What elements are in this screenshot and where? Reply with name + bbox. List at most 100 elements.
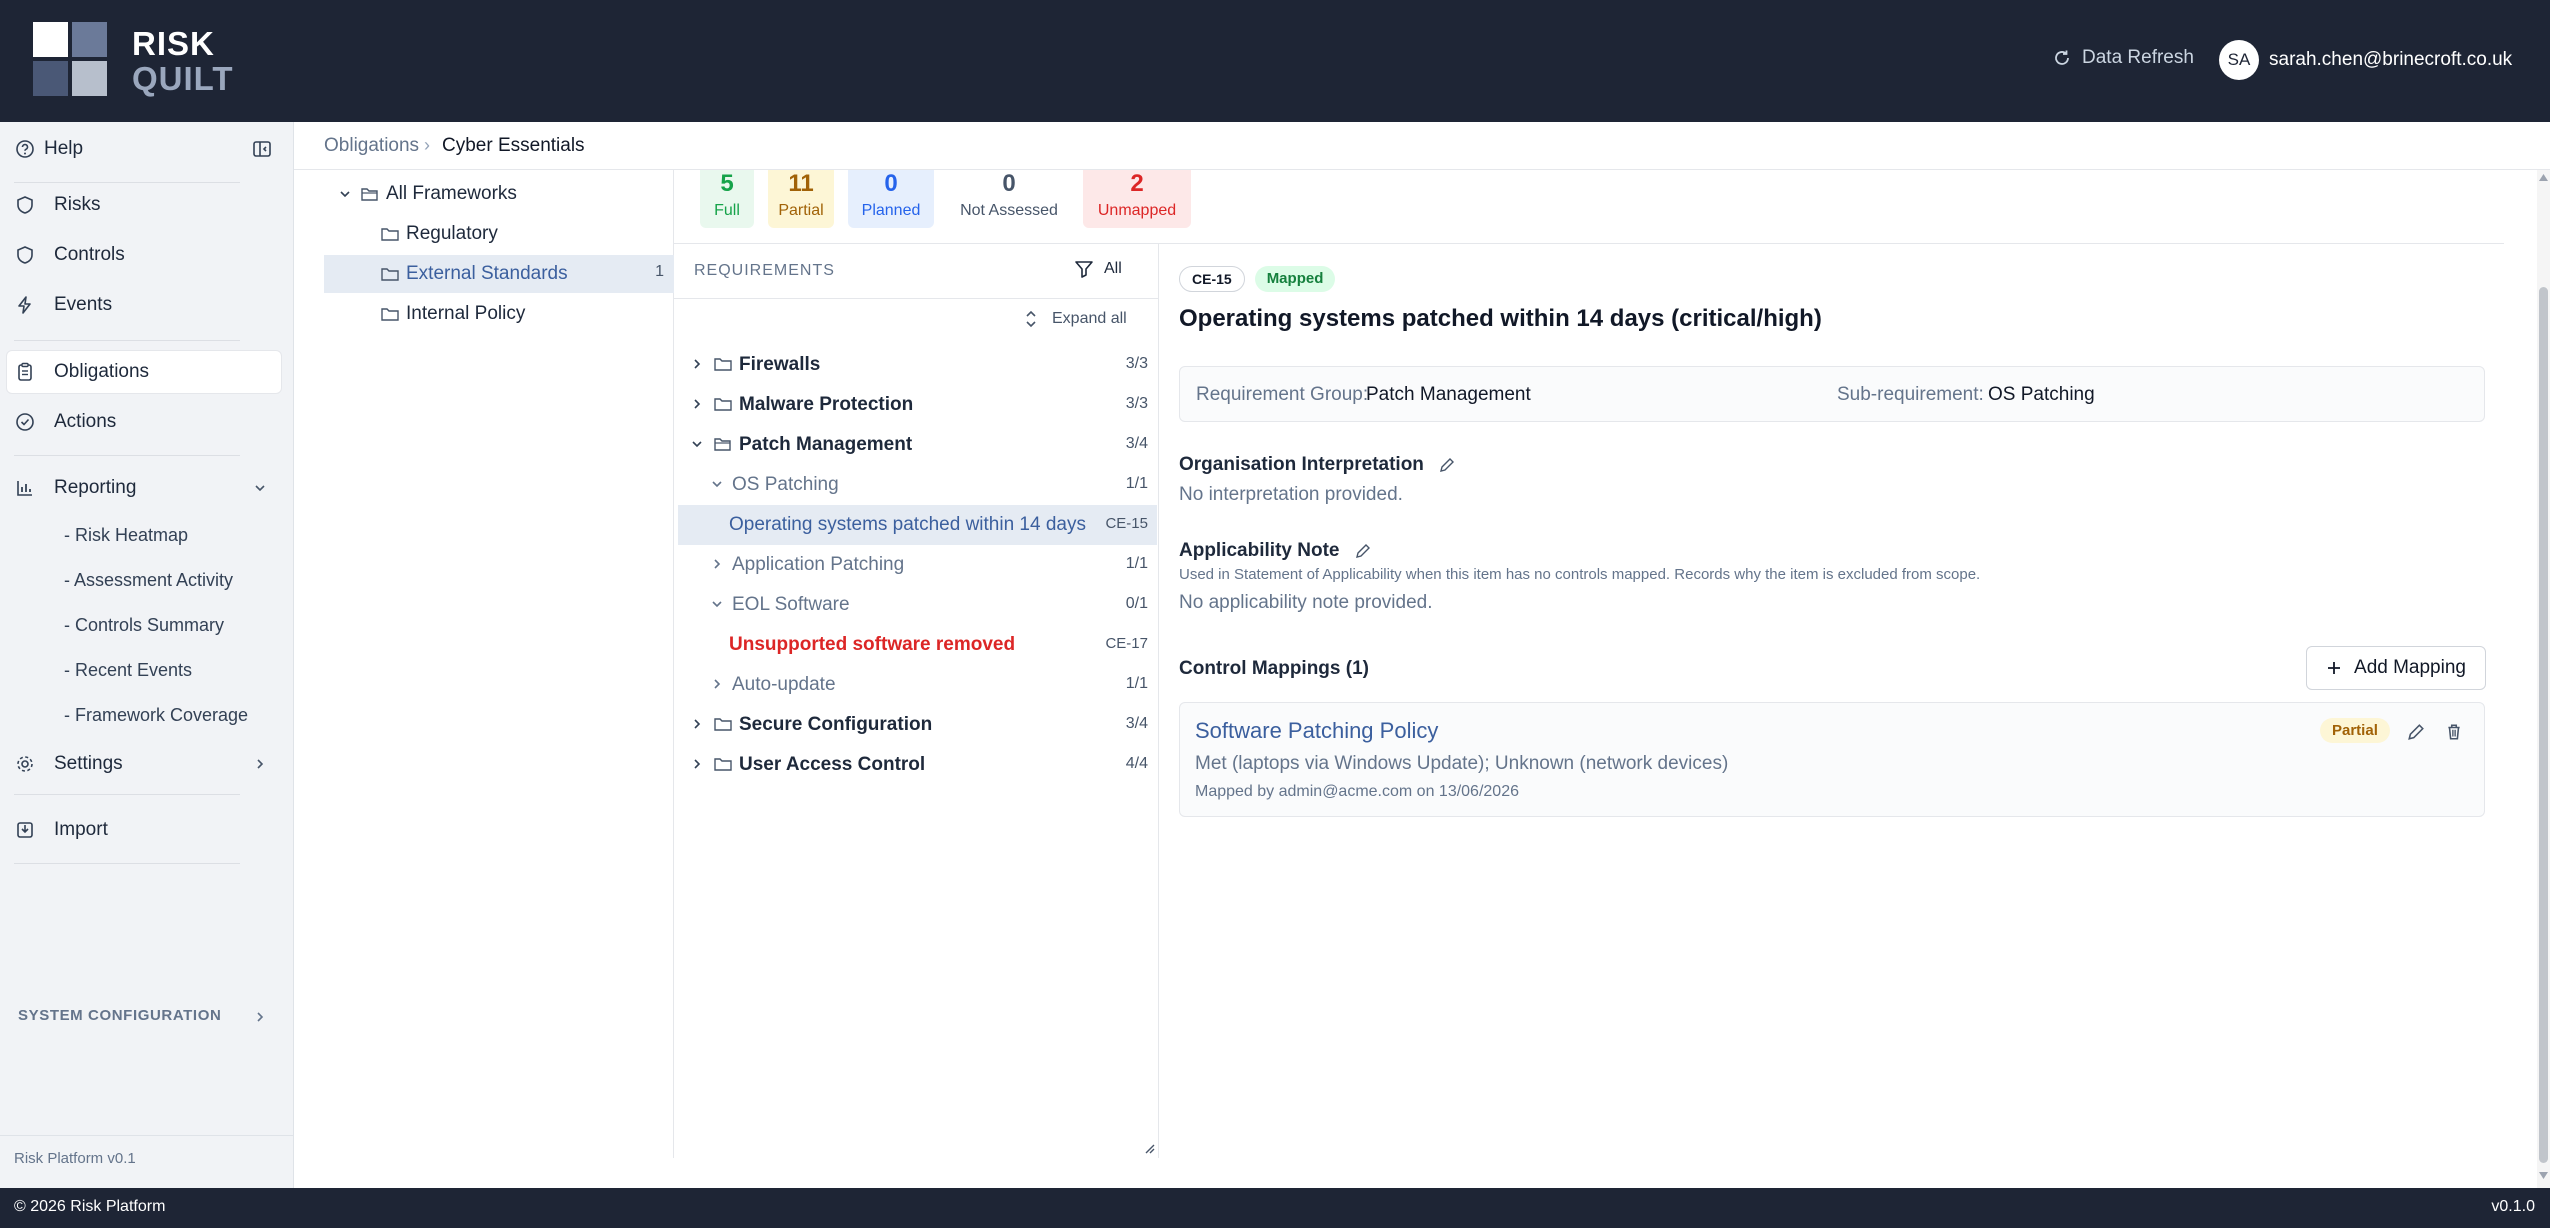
breadcrumb-parent-link[interactable]: Obligations	[324, 135, 419, 157]
add-mapping-button[interactable]: Add Mapping	[2306, 646, 2486, 690]
logo-line-1: RISK	[132, 25, 215, 62]
divider	[14, 863, 240, 864]
tree-code: CE-15	[1105, 515, 1148, 532]
footer-version: v0.1.0	[2491, 1198, 2535, 1215]
sidebar-subitem-controls-summary[interactable]: - Controls Summary	[64, 615, 224, 636]
stat-partial[interactable]: 11 Partial	[768, 170, 834, 228]
scrollbar[interactable]	[2537, 170, 2550, 1188]
tree-item-os-patching[interactable]: OS Patching 1/1	[674, 465, 1159, 505]
chevron-right-icon[interactable]	[254, 1011, 266, 1023]
folder-icon	[381, 308, 399, 321]
expand-icon	[1026, 310, 1036, 328]
platform-version: Risk Platform v0.1	[0, 1135, 294, 1181]
top-bar: RISK QUILT Data Refresh SA sarah.chen@br…	[0, 0, 2550, 122]
edit-mapping-icon[interactable]	[2407, 723, 2425, 741]
chevron-down-icon[interactable]	[690, 437, 704, 451]
tree-label: Firewalls	[739, 354, 821, 375]
scroll-up-icon[interactable]	[2539, 174, 2548, 181]
mapping-description: Met (laptops via Windows Update); Unknow…	[1195, 753, 1729, 774]
sidebar-subitem-recent-events[interactable]: - Recent Events	[64, 660, 192, 681]
footer: © 2026 Risk Platform v0.1.0	[0, 1188, 2550, 1228]
tree-item-ce-17[interactable]: Unsupported software removed CE-17	[674, 625, 1159, 665]
applicability-help-text: Used in Statement of Applicability when …	[1179, 566, 1981, 583]
framework-item-external-standards[interactable]: External Standards 1	[324, 255, 674, 293]
chevron-right-icon[interactable]	[690, 717, 704, 731]
stat-unmapped[interactable]: 2 Unmapped	[1083, 170, 1191, 228]
tree-item-auto-update[interactable]: Auto-update 1/1	[674, 665, 1159, 705]
mapping-title-link[interactable]: Software Patching Policy	[1195, 718, 1438, 744]
framework-item-all[interactable]: All Frameworks	[324, 175, 674, 213]
edit-interpretation-icon[interactable]	[1439, 457, 1455, 473]
filter-icon	[1075, 261, 1093, 278]
chevron-down-icon[interactable]	[338, 187, 352, 201]
logo-line-2: QUILT	[132, 60, 234, 97]
stat-label: Partial	[778, 202, 824, 219]
refresh-label: Data Refresh	[2082, 47, 2194, 68]
avatar: SA	[2219, 40, 2259, 80]
tree-code: CE-17	[1105, 635, 1148, 652]
sidebar-item-actions[interactable]: Actions	[0, 402, 294, 442]
sidebar-item-label: Controls	[54, 244, 125, 265]
chevron-right-icon[interactable]	[710, 557, 724, 571]
tree-item-application-patching[interactable]: Application Patching 1/1	[674, 545, 1159, 585]
logo-icon[interactable]	[33, 22, 107, 96]
framework-label: External Standards	[406, 263, 568, 284]
expand-all-button[interactable]: Expand all	[1024, 310, 1127, 328]
chevron-right-icon[interactable]	[690, 357, 704, 371]
scrollbar-thumb[interactable]	[2539, 287, 2548, 1163]
tree-item-secure-configuration[interactable]: Secure Configuration 3/4	[674, 705, 1159, 745]
stat-label: Not Assessed	[960, 202, 1058, 219]
expand-all-label: Expand all	[1052, 310, 1127, 327]
tree-label: Secure Configuration	[739, 714, 933, 735]
chevron-right-icon[interactable]	[710, 677, 724, 691]
framework-item-regulatory[interactable]: Regulatory	[324, 215, 674, 253]
control-mappings-heading: Control Mappings (1)	[1179, 658, 1369, 679]
tree-count: 1/1	[1125, 675, 1148, 692]
stat-full[interactable]: 5 Full	[700, 170, 754, 228]
chevron-down-icon[interactable]	[710, 597, 724, 611]
sidebar-item-risks[interactable]: Risks	[0, 185, 294, 225]
tree-item-patch-management[interactable]: Patch Management 3/4	[674, 425, 1159, 465]
sidebar-item-controls[interactable]: Controls	[0, 235, 294, 275]
sidebar-item-events[interactable]: Events	[0, 285, 294, 325]
system-configuration-toggle[interactable]: SYSTEM CONFIGURATION	[18, 1007, 221, 1024]
tree-count: 3/4	[1125, 435, 1148, 452]
applicability-text: No applicability note provided.	[1179, 592, 1433, 613]
chevron-down-icon[interactable]	[710, 477, 724, 491]
tree-item-eol-software[interactable]: EOL Software 0/1	[674, 585, 1159, 625]
sidebar-subitem-framework-coverage[interactable]: - Framework Coverage	[64, 705, 248, 726]
stat-label: Planned	[861, 202, 921, 219]
scroll-down-icon[interactable]	[2539, 1172, 2548, 1179]
stat-value: 2	[1130, 170, 1144, 197]
resize-handle-icon[interactable]	[1143, 1142, 1155, 1154]
tree-label: EOL Software	[732, 594, 850, 615]
sidebar-item-obligations[interactable]: Obligations	[0, 350, 294, 394]
stat-planned[interactable]: 0 Planned	[848, 170, 934, 228]
chevron-right-icon[interactable]	[690, 397, 704, 411]
user-menu[interactable]: SA sarah.chen@brinecroft.co.uk	[2219, 40, 2512, 80]
sidebar-item-import[interactable]: Import	[0, 810, 294, 850]
tree-item-malware-protection[interactable]: Malware Protection 3/3	[674, 385, 1159, 425]
delete-mapping-icon[interactable]	[2445, 723, 2463, 741]
stat-not-assessed[interactable]: 0 Not Assessed	[948, 170, 1070, 228]
filter-button[interactable]: All	[1074, 259, 1122, 279]
sidebar-subitem-risk-heatmap[interactable]: - Risk Heatmap	[64, 525, 188, 546]
sidebar-item-settings[interactable]: Settings	[0, 744, 294, 784]
chevron-right-icon[interactable]	[690, 757, 704, 771]
sidebar: Help Risks Controls Events Obligations A…	[0, 122, 294, 1188]
shield-icon	[17, 246, 33, 264]
divider	[14, 182, 240, 183]
data-refresh-button[interactable]: Data Refresh	[2052, 47, 2194, 69]
sidebar-item-reporting[interactable]: Reporting	[0, 468, 294, 508]
tree-count: 3/3	[1125, 355, 1148, 372]
tree-item-ce-15[interactable]: Operating systems patched within 14 days…	[678, 505, 1157, 545]
edit-applicability-icon[interactable]	[1355, 543, 1371, 559]
framework-label: Internal Policy	[406, 303, 526, 324]
sidebar-subitem-assessment-activity[interactable]: - Assessment Activity	[64, 570, 233, 591]
framework-item-internal-policy[interactable]: Internal Policy	[324, 295, 674, 333]
sidebar-item-help[interactable]: Help	[0, 134, 294, 164]
tree-item-firewalls[interactable]: Firewalls 3/3	[674, 345, 1159, 385]
collapse-sidebar-icon[interactable]	[252, 139, 272, 159]
tree-item-user-access-control[interactable]: User Access Control 4/4	[674, 745, 1159, 785]
footer-copyright: © 2026 Risk Platform	[14, 1198, 166, 1215]
